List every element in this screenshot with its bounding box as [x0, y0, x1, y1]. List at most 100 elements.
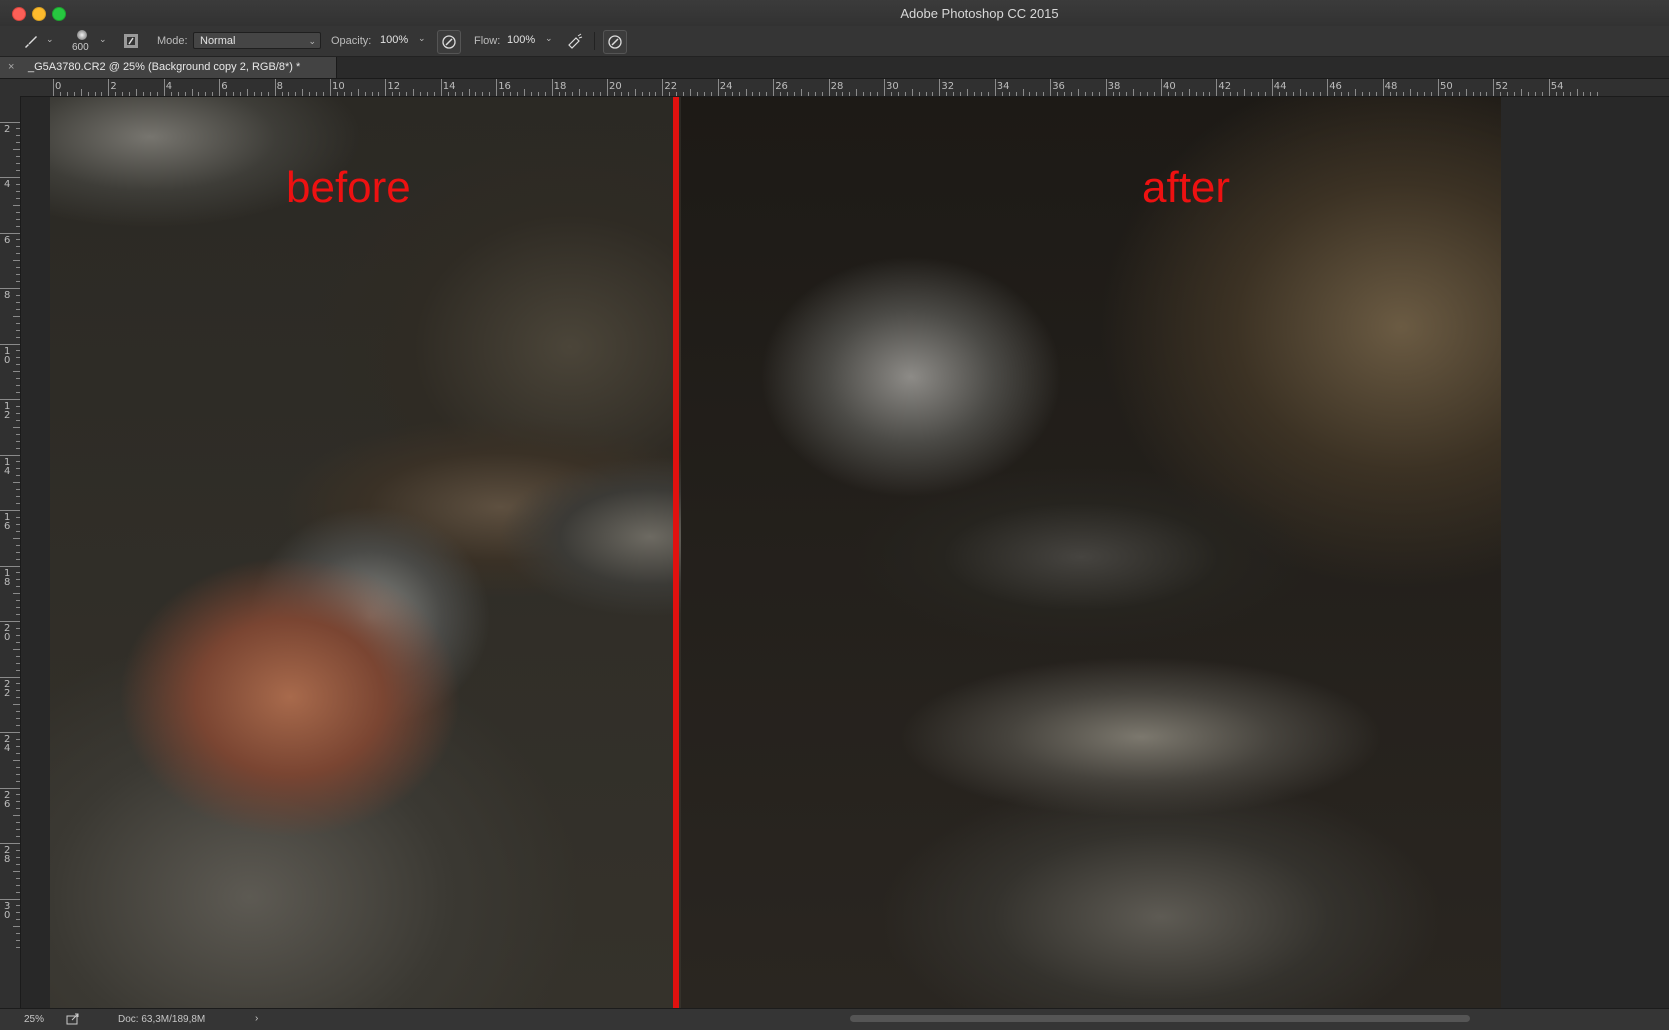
- ruler-minor-tick: [16, 274, 20, 276]
- ruler-minor-tick: [1084, 92, 1086, 96]
- airbrush-toggle-icon[interactable]: [564, 30, 586, 52]
- ruler-minor-tick: [918, 92, 920, 96]
- brush-preset-picker[interactable]: 600: [72, 28, 92, 54]
- pressure-size-toggle-icon[interactable]: [603, 30, 627, 54]
- ruler-minor-tick: [1583, 92, 1585, 96]
- ruler-minor-tick: [16, 211, 20, 213]
- opacity-slider-chevron-icon[interactable]: ⌄: [418, 33, 426, 44]
- ruler-label: 20: [4, 623, 11, 643]
- ruler-major-tick: [1161, 79, 1162, 96]
- status-menu-arrow-icon[interactable]: ›: [255, 1013, 258, 1024]
- ruler-minor-tick: [759, 92, 761, 96]
- ruler-minor-tick: [16, 475, 20, 477]
- ruler-minor-tick: [16, 752, 20, 754]
- share-icon[interactable]: [66, 1013, 80, 1025]
- ruler-minor-tick: [634, 89, 636, 96]
- ruler-minor-tick: [16, 586, 20, 588]
- ruler-major-tick: [939, 79, 941, 96]
- pressure-opacity-toggle-icon[interactable]: [437, 30, 461, 54]
- ruler-minor-tick: [16, 468, 20, 470]
- ruler-minor-tick: [323, 92, 325, 96]
- ruler-origin[interactable]: [0, 79, 21, 97]
- ruler-minor-tick: [703, 92, 705, 96]
- ruler-minor-tick: [16, 322, 20, 324]
- ruler-minor-tick: [1077, 89, 1079, 96]
- ruler-minor-tick: [1091, 92, 1093, 96]
- mode-select[interactable]: Normal ⌄: [193, 32, 321, 49]
- ruler-minor-tick: [780, 92, 782, 96]
- ruler-minor-tick: [16, 163, 20, 165]
- brush-size-value: 600: [72, 42, 89, 53]
- ruler-minor-tick: [16, 745, 20, 747]
- brush-picker-chevron-icon[interactable]: ⌄: [99, 34, 107, 45]
- brush-panel-toggle-icon[interactable]: [120, 30, 142, 52]
- ruler-minor-tick: [1458, 92, 1460, 96]
- ruler-minor-tick: [59, 92, 61, 96]
- close-tab-icon[interactable]: ×: [8, 57, 14, 78]
- ruler-label: 24: [4, 734, 11, 754]
- ruler-minor-tick: [260, 92, 262, 96]
- flow-value[interactable]: 100%: [507, 34, 535, 46]
- ruler-major-tick: [828, 79, 830, 96]
- ruler-minor-tick: [16, 503, 20, 505]
- ruler-minor-tick: [1257, 92, 1259, 96]
- document-size-info: Doc: 63,3M/189,8M: [118, 1014, 206, 1025]
- ruler-minor-tick: [600, 92, 602, 96]
- ruler-minor-tick: [613, 92, 615, 96]
- vertical-ruler[interactable]: 2 4 6 8 10 12 14 16 18 20 22 24 26 28 30: [0, 96, 21, 1008]
- ruler-minor-tick: [16, 829, 20, 831]
- opacity-value[interactable]: 100%: [380, 34, 408, 46]
- ruler-minor-tick: [1064, 92, 1066, 96]
- brush-tool-icon[interactable]: [20, 30, 42, 52]
- ruler-label: 50: [1440, 81, 1453, 92]
- ruler-minor-tick: [226, 92, 228, 96]
- ruler-minor-tick: [1562, 92, 1564, 96]
- ruler-minor-tick: [974, 92, 976, 96]
- ruler-minor-tick: [627, 92, 629, 96]
- ruler-minor-tick: [16, 128, 20, 130]
- ruler-major-tick: [0, 232, 20, 234]
- ruler-minor-tick: [16, 433, 20, 435]
- ruler-major-tick: [1382, 79, 1384, 96]
- canvas-area[interactable]: before after: [21, 97, 1669, 1008]
- ruler-major-tick: [496, 79, 498, 96]
- ruler-minor-tick: [1354, 89, 1356, 96]
- ruler-minor-tick: [1154, 92, 1156, 96]
- ruler-minor-tick: [143, 92, 145, 96]
- before-photo-region: [50, 97, 681, 1008]
- ruler-minor-tick: [572, 92, 574, 96]
- options-separator: [594, 32, 595, 50]
- ruler-minor-tick: [1126, 92, 1128, 96]
- ruler-minor-tick: [1223, 92, 1225, 96]
- ruler-minor-tick: [16, 190, 20, 192]
- ruler-minor-tick: [1507, 92, 1509, 96]
- ruler-minor-tick: [267, 92, 269, 96]
- ruler-minor-tick: [371, 92, 373, 96]
- ruler-minor-tick: [814, 92, 816, 96]
- ruler-minor-tick: [932, 92, 934, 96]
- zoom-level[interactable]: 25%: [24, 1014, 44, 1025]
- horizontal-scrollbar[interactable]: [850, 1015, 1470, 1022]
- ruler-minor-tick: [863, 92, 865, 96]
- tool-preset-chevron-icon[interactable]: ⌄: [46, 34, 54, 45]
- document-tab-title: _G5A3780.CR2 @ 25% (Background copy 2, R…: [28, 61, 301, 73]
- document-image[interactable]: before after: [50, 97, 1501, 1008]
- chevron-down-icon: ⌄: [308, 36, 316, 46]
- ruler-label: 10: [4, 345, 11, 366]
- ruler-minor-tick: [16, 836, 20, 838]
- ruler-minor-tick: [13, 593, 20, 595]
- ruler-label: 54: [1550, 81, 1564, 92]
- ruler-minor-tick: [890, 92, 892, 96]
- document-tab[interactable]: × _G5A3780.CR2 @ 25% (Background copy 2,…: [0, 57, 337, 78]
- flow-slider-chevron-icon[interactable]: ⌄: [545, 33, 553, 44]
- ruler-minor-tick: [16, 378, 20, 380]
- ruler-label: 16: [498, 81, 511, 92]
- ruler-minor-tick: [724, 92, 726, 96]
- ruler-label: 4: [4, 179, 11, 190]
- ruler-minor-tick: [309, 92, 311, 96]
- horizontal-ruler[interactable]: 0 2 4 6 8 10 12 14 16 18 20 22 24 26 28 30 32 34 36 38 40 42 4…: [20, 79, 1669, 97]
- ruler-minor-tick: [16, 912, 20, 914]
- ruler-minor-tick: [586, 92, 588, 96]
- ruler-minor-tick: [16, 308, 20, 310]
- ruler-minor-tick: [316, 92, 318, 96]
